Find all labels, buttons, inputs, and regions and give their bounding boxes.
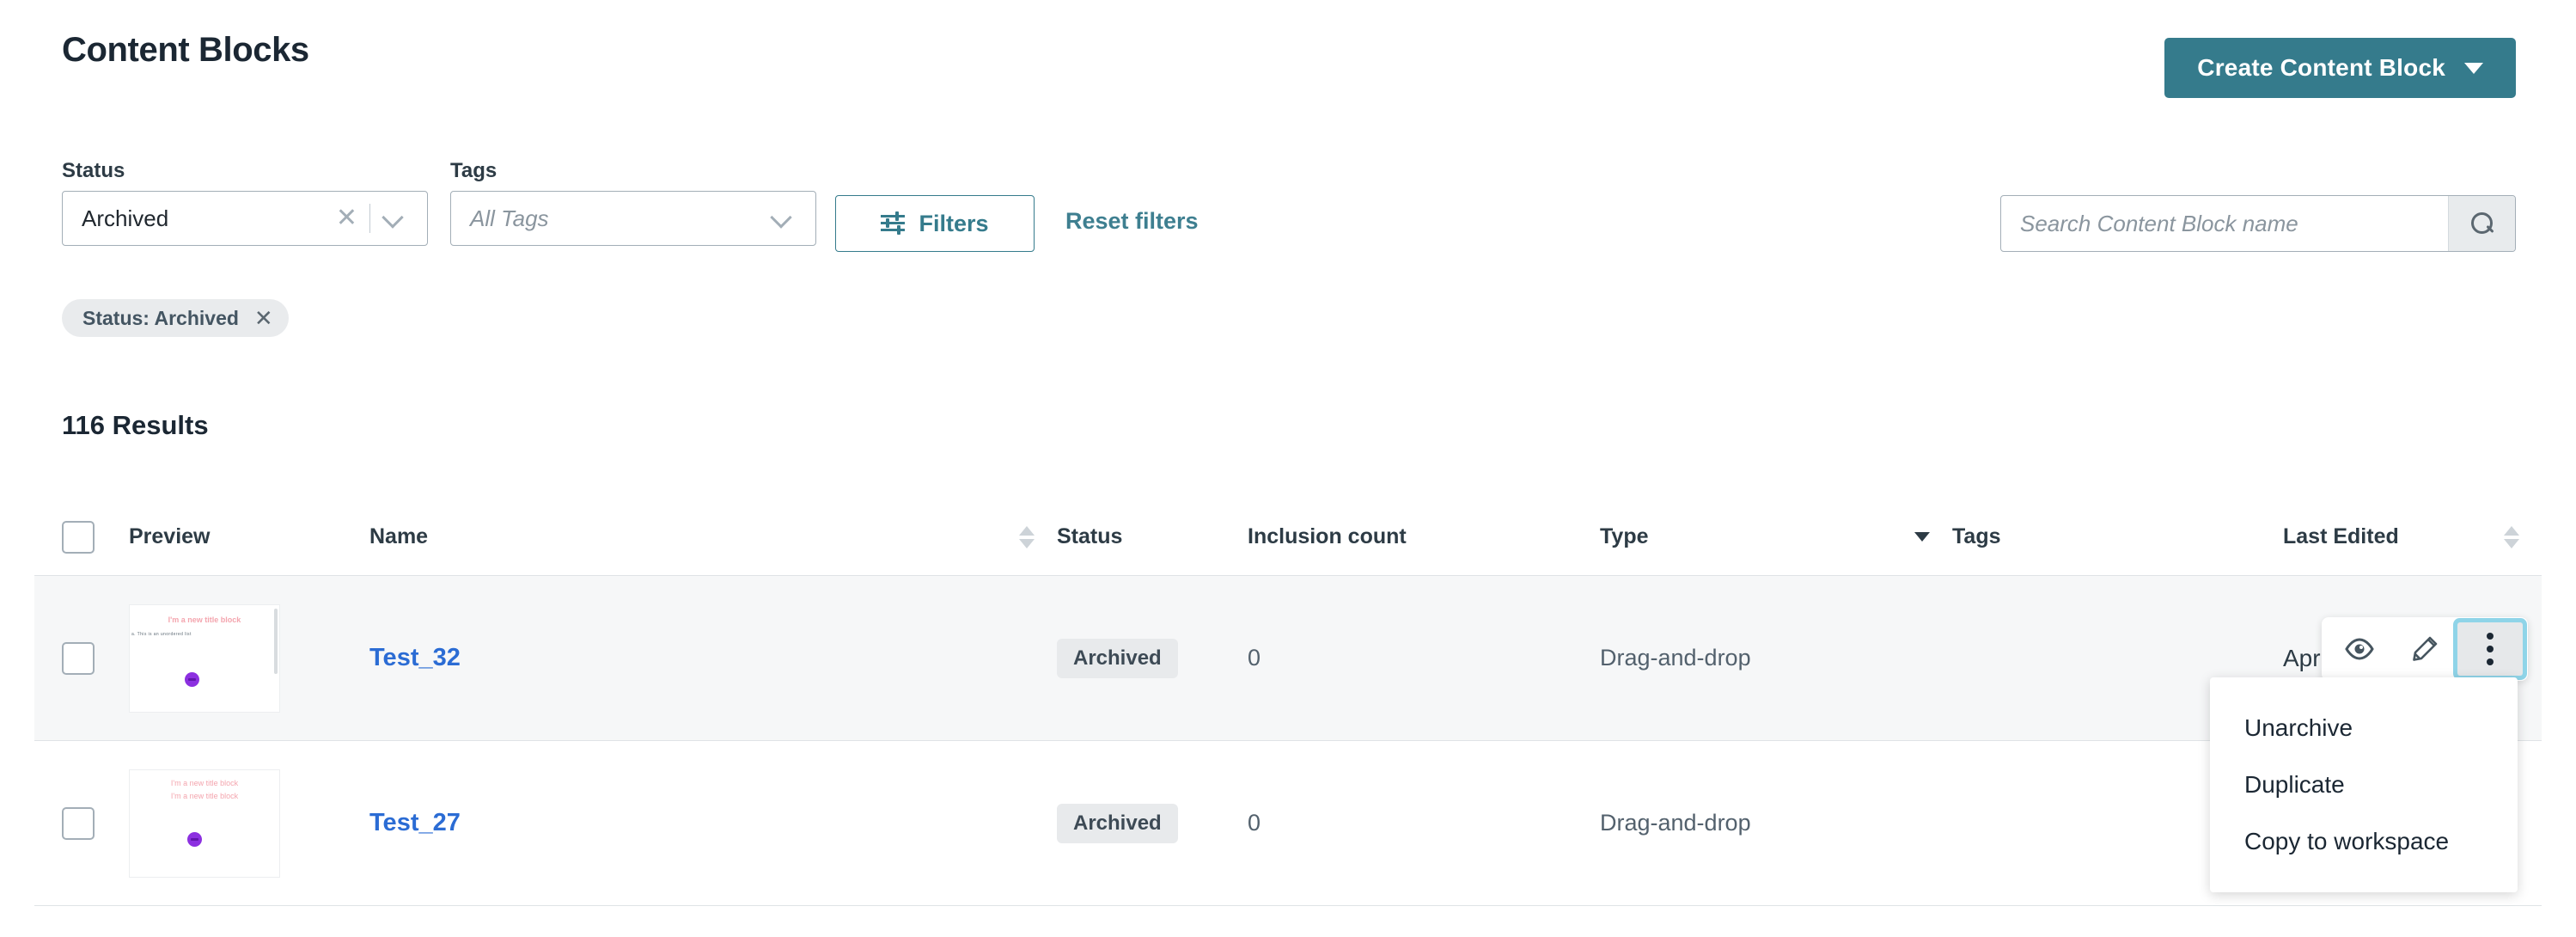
eye-icon: [2345, 638, 2374, 660]
column-header-preview: Preview: [129, 524, 211, 548]
menu-item-copy-to-workspace[interactable]: Copy to workspace: [2210, 813, 2518, 870]
sliders-icon: [881, 211, 906, 235]
page-title: Content Blocks: [62, 31, 309, 69]
row-type: Drag-and-drop: [1600, 810, 1751, 836]
row-context-menu: Unarchive Duplicate Copy to workspace: [2210, 677, 2518, 892]
kebab-menu-icon: [2487, 633, 2494, 665]
content-blocks-page: Content Blocks Create Content Block Stat…: [0, 0, 2576, 937]
column-header-type[interactable]: Type: [1600, 524, 1952, 549]
preview-thumbnail[interactable]: I'm a new title block I'm a new title bl…: [129, 769, 280, 878]
preview-badge-icon: [187, 831, 202, 847]
row-status-cell: Archived: [1057, 638, 1248, 678]
chevron-down-icon: [2464, 62, 2483, 74]
status-select[interactable]: Archived ✕: [62, 191, 428, 246]
preview-title: I'm a new title block: [170, 778, 239, 787]
column-header-name-label: Name: [369, 524, 429, 548]
column-header-last-edited-label: Last Edited: [2283, 524, 2399, 548]
edit-row-button[interactable]: [2392, 622, 2457, 676]
content-blocks-table: Preview Name Status Inclusion count Type…: [34, 499, 2542, 906]
create-content-block-label: Create Content Block: [2197, 54, 2445, 81]
filters-button-label: Filters: [919, 210, 989, 236]
tags-select[interactable]: All Tags: [450, 191, 816, 246]
table-row[interactable]: I'm a new title block I'm a new title bl…: [34, 741, 2542, 906]
page-header: Content Blocks Create Content Block: [0, 0, 2576, 129]
row-preview-cell: I'm a new title block I'm a new title bl…: [129, 769, 369, 878]
preview-scrollbar: [274, 608, 278, 674]
chevron-down-icon[interactable]: [382, 207, 405, 230]
row-select-cell: [62, 641, 129, 675]
divider: [369, 204, 370, 233]
row-inclusion-count: 0: [1248, 645, 1261, 671]
preview-line2: I'm a new title block: [170, 791, 239, 800]
column-header-last-edited[interactable]: Last Edited: [2283, 524, 2542, 549]
search-input[interactable]: [2001, 196, 2448, 251]
row-more-actions-button[interactable]: [2457, 622, 2523, 676]
search-container: [2000, 195, 2516, 252]
content-block-link[interactable]: Test_27: [369, 809, 461, 837]
preview-row-button[interactable]: [2327, 622, 2392, 676]
row-name-cell: Test_27: [369, 809, 1057, 837]
column-header-inclusion-count: Inclusion count: [1248, 524, 1407, 548]
row-type: Drag-and-drop: [1600, 645, 1751, 671]
status-filter-label: Status: [62, 159, 125, 182]
status-filter-group: Status Archived ✕: [62, 159, 428, 246]
preview-title: I'm a new title block: [168, 615, 241, 624]
column-header-status: Status: [1057, 524, 1123, 548]
row-inclusion-count: 0: [1248, 810, 1261, 836]
filters-button[interactable]: Filters: [835, 195, 1035, 252]
column-header-tags: Tags: [1952, 524, 2001, 548]
create-content-block-button[interactable]: Create Content Block: [2164, 38, 2516, 98]
row-select-cell: [62, 806, 129, 840]
content-block-link[interactable]: Test_32: [369, 644, 461, 672]
sort-icon-name[interactable]: [1019, 525, 1035, 548]
row-actions-panel: [2322, 617, 2528, 681]
status-badge: Archived: [1057, 803, 1178, 843]
row-name-cell: Test_32: [369, 644, 1057, 672]
close-icon[interactable]: ✕: [324, 205, 369, 231]
active-filter-chip: Status: Archived ✕: [62, 299, 289, 337]
status-badge: Archived: [1057, 638, 1178, 678]
tags-filter-group: Tags All Tags: [450, 159, 816, 246]
reset-filters-link[interactable]: Reset filters: [1065, 208, 1199, 235]
row-status-cell: Archived: [1057, 803, 1248, 843]
active-filter-chip-label: Status: Archived: [82, 306, 239, 329]
menu-item-duplicate[interactable]: Duplicate: [2210, 756, 2518, 813]
row-checkbox[interactable]: [62, 641, 95, 675]
column-header-type-label: Type: [1600, 524, 1649, 548]
preview-thumbnail[interactable]: I'm a new title block a. This is an unor…: [129, 603, 280, 713]
tags-select-placeholder: All Tags: [470, 205, 549, 231]
table-row[interactable]: I'm a new title block a. This is an unor…: [34, 576, 2542, 892]
pencil-icon: [2413, 636, 2438, 661]
close-icon[interactable]: ✕: [254, 307, 273, 329]
status-select-value: Archived: [82, 205, 169, 231]
search-icon: [2470, 212, 2494, 235]
sort-icon-last-edited[interactable]: [2504, 525, 2519, 548]
search-button[interactable]: [2448, 196, 2515, 251]
preview-line2: a. This is an unordered list: [131, 631, 192, 637]
row-preview-cell: I'm a new title block a. This is an unor…: [129, 603, 369, 713]
row-checkbox[interactable]: [62, 806, 95, 840]
table-header-row: Preview Name Status Inclusion count Type…: [34, 499, 2542, 576]
chevron-down-icon[interactable]: [771, 207, 793, 230]
menu-item-unarchive[interactable]: Unarchive: [2210, 700, 2518, 756]
select-all-checkbox[interactable]: [62, 520, 95, 554]
column-header-name[interactable]: Name: [369, 524, 1057, 549]
preview-badge-icon: [185, 671, 199, 687]
filter-bar: Status Archived ✕ Tags All Tags Filters …: [0, 159, 2576, 254]
tags-filter-label: Tags: [450, 159, 497, 182]
sort-icon-type[interactable]: [1914, 532, 1930, 542]
results-count: 116 Results: [62, 410, 209, 440]
select-all-cell: [62, 520, 129, 554]
